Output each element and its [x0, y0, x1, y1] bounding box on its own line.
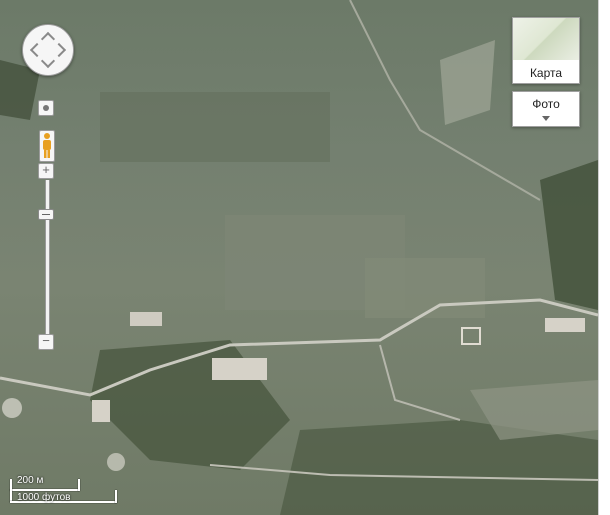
pan-down-icon[interactable] — [40, 53, 56, 69]
map-type-photo-label: Фото — [532, 97, 560, 111]
map-type-map-label: Карта — [529, 66, 563, 80]
location-dot-icon — [43, 105, 49, 111]
zoom-out-button[interactable]: − — [38, 333, 54, 350]
pan-right-icon[interactable] — [51, 42, 67, 58]
map-type-map-button[interactable]: Карта — [512, 17, 580, 84]
chevron-down-icon[interactable] — [542, 116, 550, 121]
map-thumbnail — [513, 18, 579, 60]
map-type-photo-button[interactable]: Фото — [512, 91, 580, 127]
pan-up-icon[interactable] — [40, 31, 56, 47]
pan-control[interactable] — [22, 24, 74, 76]
scale-imperial-label: 1000 футов — [17, 492, 71, 503]
scale-metric-label: 200 м — [17, 475, 44, 486]
zoom-slider-thumb[interactable] — [38, 209, 54, 220]
satellite-imagery — [0, 0, 598, 515]
zoom-in-button[interactable]: + — [38, 162, 54, 179]
location-button[interactable] — [38, 100, 54, 116]
zoom-in-label: + — [42, 162, 50, 177]
pan-left-icon[interactable] — [29, 42, 45, 58]
zoom-slider-track[interactable] — [45, 180, 50, 338]
satellite-map[interactable]: + − Карта Фото 200 м 1000 футов — [0, 0, 599, 515]
zoom-out-label: − — [42, 333, 50, 348]
pegman-icon[interactable] — [39, 130, 55, 162]
